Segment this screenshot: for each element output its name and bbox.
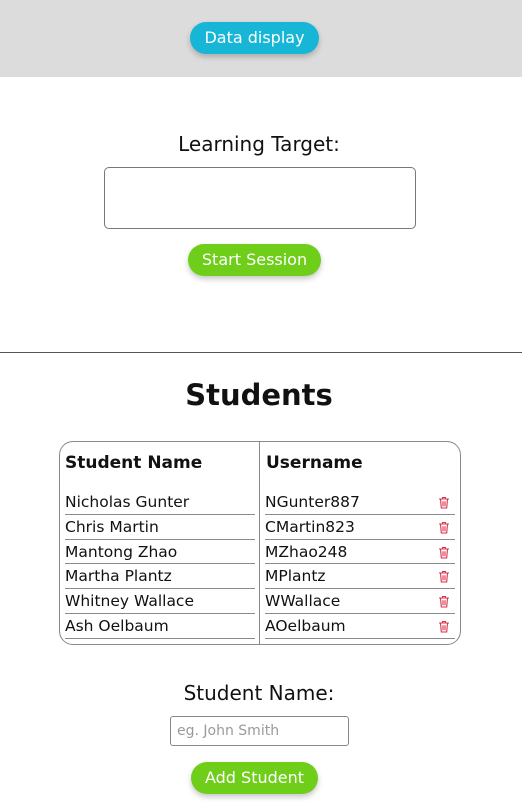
- username-cell: MZhao248: [265, 540, 455, 565]
- trash-icon[interactable]: [438, 546, 450, 559]
- table-row: Chris Martin CMartin823: [60, 515, 460, 540]
- column-header-student-name: Student Name: [65, 453, 203, 473]
- trash-icon[interactable]: [438, 620, 450, 633]
- students-title: Students: [185, 378, 333, 412]
- table-row: Martha Plantz MPlantz: [60, 564, 460, 590]
- table-row: Ash Oelbaum AOelbaum: [60, 614, 460, 639]
- table-row: Whitney Wallace WWallace: [60, 589, 460, 614]
- student-name-input[interactable]: [170, 716, 349, 746]
- username-cell: WWallace: [265, 589, 455, 614]
- username-cell: NGunter887: [265, 490, 455, 515]
- top-bar: Data display: [0, 0, 522, 77]
- student-name-cell: Whitney Wallace: [65, 589, 255, 614]
- student-rows: Nicholas Gunter NGunter887 Chris Martin …: [60, 490, 460, 639]
- start-session-button[interactable]: Start Session: [188, 244, 321, 276]
- data-display-button[interactable]: Data display: [190, 22, 319, 54]
- add-student-button[interactable]: Add Student: [191, 762, 318, 794]
- learning-target-label: Learning Target:: [178, 132, 340, 156]
- column-header-username: Username: [266, 453, 363, 473]
- student-name-cell: Mantong Zhao: [65, 540, 255, 565]
- table-row: Mantong Zhao MZhao248: [60, 540, 460, 565]
- username-cell: MPlantz: [265, 564, 455, 590]
- student-name-cell: Chris Martin: [65, 515, 255, 540]
- student-name-cell: Ash Oelbaum: [65, 614, 255, 639]
- section-divider: [0, 352, 522, 353]
- student-name-cell: Nicholas Gunter: [65, 490, 255, 515]
- table-row: Nicholas Gunter NGunter887: [60, 490, 460, 515]
- trash-icon[interactable]: [438, 570, 450, 583]
- trash-icon[interactable]: [438, 595, 450, 608]
- student-name-cell: Martha Plantz: [65, 564, 255, 590]
- trash-icon[interactable]: [438, 496, 450, 509]
- students-table: Student Name Username Nicholas Gunter NG…: [59, 441, 461, 645]
- trash-icon[interactable]: [438, 521, 450, 534]
- username-cell: AOelbaum: [265, 614, 455, 639]
- student-name-label: Student Name:: [183, 681, 335, 705]
- username-cell: CMartin823: [265, 515, 455, 540]
- learning-target-input[interactable]: [104, 167, 416, 229]
